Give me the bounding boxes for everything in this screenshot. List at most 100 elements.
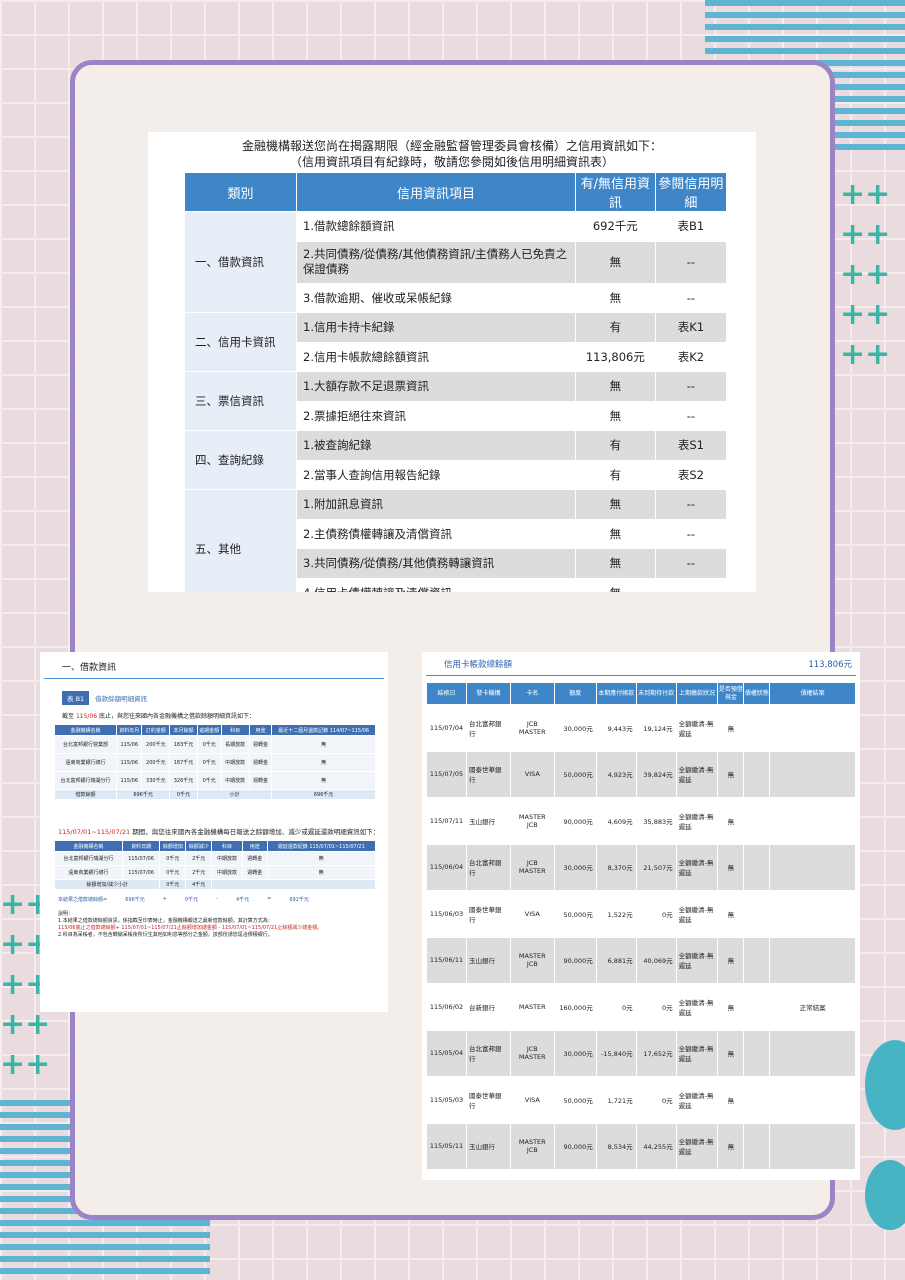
table-cell: 國泰世華銀行 <box>465 890 511 938</box>
card-balance-total: 113,806元 <box>808 660 852 670</box>
header-item: 信用資訊項目 <box>296 172 576 212</box>
table-cell <box>743 750 771 798</box>
table-cell <box>743 983 771 1031</box>
table-cell: -15,840元 <box>595 1029 637 1077</box>
table-cell: 115/06/02 <box>426 983 467 1031</box>
table-cell: 週轉金 <box>241 865 268 880</box>
table-header-cell: 上期繳款狀況 <box>675 682 719 705</box>
table-cell: 200千元 <box>141 735 171 754</box>
plus-decoration-icon: ++ <box>840 337 891 372</box>
table-row: 115/07/04 台北富邦銀行 JCB MASTER 30,000元 9,443元 19… <box>426 704 856 752</box>
table-cell: 4,923元 <box>595 750 637 798</box>
table-cell: 4,609元 <box>595 797 637 845</box>
loan-balance-table: 金融機構名稱 資料年月 訂約金額 本月餘額 逾期金額 科目 用途 最近十二個月還款記錄 114… <box>53 724 376 800</box>
table-cell <box>769 750 856 798</box>
plus-decoration-icon: ++ <box>840 257 891 292</box>
intro-text: 金融機構報送您尚在揭露期限（經金融監督管理委員會核備）之信用資訊如下： （信用資… <box>241 139 662 169</box>
table-tag-box: 表 B1 <box>62 691 90 705</box>
table-header-cell: 用途 <box>248 724 273 736</box>
table-cell: 19,124元 <box>635 704 677 752</box>
has-cell: 無 <box>574 400 656 431</box>
table-cell: 無 <box>717 1122 745 1170</box>
table-cell: 50,000元 <box>553 750 597 798</box>
table-cell: 全額繳清-無遲延 <box>675 704 719 752</box>
card-balance-title: 信用卡帳款總餘額 113,806元 <box>444 660 852 670</box>
category-cell: 二、信用卡資訊 <box>184 312 297 372</box>
table-row: 115/06/03 國泰世華銀行 VISA 50,000元 1,522元 0元 全額繳清-無… <box>426 890 856 938</box>
table-cell: 183千元 <box>169 735 198 754</box>
table-cell: 無 <box>717 750 745 798</box>
table-cell: 2千元 <box>185 851 213 866</box>
table-cell <box>743 843 771 891</box>
table-cell: 全額繳清-無遲延 <box>675 843 719 891</box>
section-heading: 一、借款資訊 <box>62 663 117 673</box>
table-cell: 國泰世華銀行 <box>465 1076 511 1124</box>
header-ref: 參閱信用明細 <box>654 172 728 212</box>
formula-part: 696千元 <box>125 897 145 903</box>
table-cell: 17,652元 <box>635 1029 677 1077</box>
table-cell: 無 <box>271 771 376 790</box>
table-header-cell: 金融機構名稱 <box>53 724 118 736</box>
formula-part: - <box>216 896 218 902</box>
table-row: 115/05/11 玉山銀行 MASTER JCB 90,000元 8,534元 44,2… <box>426 1122 856 1170</box>
table-header-cell: 訂約金額 <box>141 724 171 736</box>
table-tag-text: 借款餘額明細資訊 <box>95 695 148 703</box>
item-cell: 3.共同債務/從債務/其他債務轉讓資訊 <box>296 548 576 579</box>
ref-cell: 表K2 <box>654 341 728 372</box>
item-cell: 4.信用卡債權轉讓及清償資訊 <box>296 577 576 592</box>
has-cell: 無 <box>574 518 656 549</box>
table-header-cell: 本月餘額 <box>169 724 198 736</box>
table-cell: 115/07/04 <box>426 704 467 752</box>
table-cell: 週轉金 <box>248 771 273 790</box>
table-header-cell: 額度 <box>553 682 597 705</box>
formula-part: 本結果之借款總餘額= <box>58 897 108 903</box>
table-cell <box>743 936 771 984</box>
ref-cell: 表S1 <box>654 430 728 461</box>
table-cell: 90,000元 <box>553 797 597 845</box>
sum-cell: 0千元 <box>159 879 187 890</box>
table-header-cell: 卡名 <box>509 682 555 705</box>
divider <box>426 675 856 676</box>
table-cell: 全額繳清-無遲延 <box>675 797 719 845</box>
table-cell: 115/07/05 <box>426 750 467 798</box>
ref-cell: -- <box>654 577 728 592</box>
table-cell <box>743 1076 771 1124</box>
has-cell: 無 <box>574 489 656 520</box>
table-cell <box>769 1076 856 1124</box>
table-header-cell: 資料年月 <box>116 724 143 736</box>
has-cell: 無 <box>574 548 656 579</box>
notes: 說明： 1.本結果之借款總餘額資訊，係指截至印表時止，金融機構報送之最新借款餘額… <box>58 911 323 938</box>
table-cell: 6,881元 <box>595 936 637 984</box>
table-cell: 玉山銀行 <box>465 1122 511 1170</box>
table-cell: 0千元 <box>196 753 222 772</box>
table-cell: 115/06/04 <box>426 843 467 891</box>
table-cell <box>743 704 771 752</box>
header-has: 有/無信用資訊 <box>574 172 656 212</box>
category-cell: 一、借款資訊 <box>184 211 297 313</box>
table-cell: 無 <box>717 843 745 891</box>
table-cell: 台北富邦銀行瑞湖分行 <box>54 851 123 866</box>
table-cell <box>769 1029 856 1077</box>
table-cell: 50,000元 <box>553 890 597 938</box>
item-cell: 2.信用卡帳款總餘額資訊 <box>296 341 576 372</box>
has-cell: 有 <box>574 430 656 461</box>
table-cell <box>743 890 771 938</box>
table-row-sum: 餘額增加/減少小計 0千元 4千元 <box>53 879 376 890</box>
table-header-cell: 餘額減少 <box>185 840 213 852</box>
table-cell <box>769 890 856 938</box>
table-cell: 0千元 <box>196 735 222 754</box>
total-balance-formula: 本結果之借款總餘額= 696千元 +0千元 - 4千元 = 692千元 <box>40 890 388 903</box>
table-header-cell: 最近十二個月還款記錄 114/07~115/06 <box>271 724 376 736</box>
table-cell: 遠東商業銀行總行 <box>54 865 123 880</box>
ref-cell: -- <box>654 240 728 284</box>
table-cell: 0千元 <box>159 851 187 866</box>
table-cell: 中期放款 <box>211 865 243 880</box>
table-cell: 全額繳清-無遲延 <box>675 936 719 984</box>
table-cell: 115/07/06 <box>121 865 161 880</box>
table-cell: 115/06 <box>116 753 143 772</box>
table-cell <box>769 797 856 845</box>
table-cell: JCB MASTER <box>509 1029 555 1077</box>
sum-cell: 借款餘額 <box>53 789 118 800</box>
table-cell: 週轉金 <box>248 735 273 754</box>
table-cell: VISA <box>509 1076 555 1124</box>
